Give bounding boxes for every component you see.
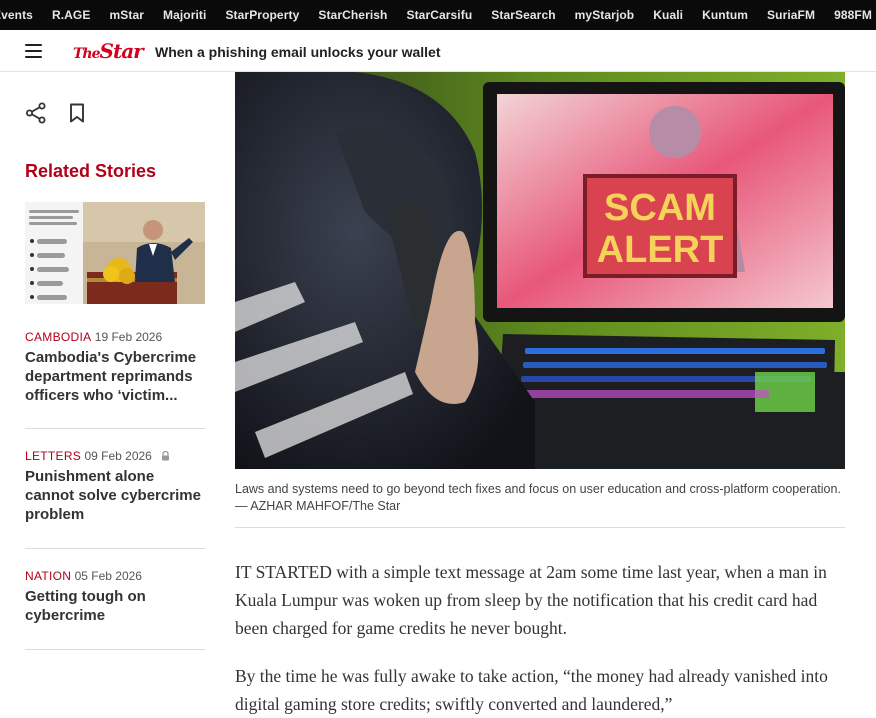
brand-nav-item[interactable]: StarCherish xyxy=(318,8,387,22)
brand-nav-item[interactable]: StarSearch xyxy=(491,8,555,22)
brand-nav-item[interactable]: Events xyxy=(0,8,33,22)
story-category[interactable]: LETTERS xyxy=(25,449,81,463)
story-date: 19 Feb 2026 xyxy=(94,330,163,344)
story-category[interactable]: CAMBODIA xyxy=(25,330,91,344)
brand-nav-item[interactable]: Kuntum xyxy=(702,8,748,22)
brand-nav-item[interactable]: Majoriti xyxy=(163,8,206,22)
article-headline: When a phishing email unlocks your walle… xyxy=(155,44,441,60)
alert-text: ALERT xyxy=(597,229,724,271)
brand-nav-item[interactable]: Kuali xyxy=(653,8,683,22)
speaker-illustration xyxy=(83,202,205,304)
article-paragraph: IT STARTED with a simple text message at… xyxy=(235,562,827,638)
audio-messages-screenshot xyxy=(25,202,85,304)
brand-nav-item[interactable]: 988FM xyxy=(834,8,872,22)
story-divider xyxy=(25,649,205,650)
lock-icon xyxy=(162,451,170,461)
brand-nav-item[interactable]: StarProperty xyxy=(225,8,299,22)
related-story-thumbnail[interactable] xyxy=(25,202,205,304)
story-title[interactable]: Getting tough on cybercrime xyxy=(25,587,205,625)
brand-nav-item[interactable]: SuriaFM xyxy=(767,8,815,22)
image-caption: Laws and systems need to go beyond tech … xyxy=(235,482,841,513)
story-divider xyxy=(25,428,205,429)
story-title[interactable]: Punishment alone cannot solve cybercrime… xyxy=(25,467,205,524)
related-story-card[interactable]: LETTERS 09 Feb 2026 Punishment alone can… xyxy=(25,449,205,524)
brand-nav-item[interactable]: R.AGE xyxy=(52,8,91,22)
menu-icon[interactable] xyxy=(25,44,42,58)
story-date: 05 Feb 2026 xyxy=(74,569,142,583)
the-star-logo[interactable]: TheStar xyxy=(73,39,144,63)
hero-image: SCAM ALERT xyxy=(235,72,845,469)
caption-divider xyxy=(235,527,845,528)
related-stories-heading: Related Stories xyxy=(25,161,157,181)
story-divider xyxy=(25,548,205,549)
speaker-photo xyxy=(83,202,205,304)
story-title[interactable]: Cambodia's Cybercrime department reprima… xyxy=(25,348,205,405)
hooded-scammer-illustration: SCAM ALERT xyxy=(235,72,845,469)
related-story-card[interactable]: CAMBODIA 19 Feb 2026 Cambodia's Cybercri… xyxy=(25,330,205,405)
brand-nav-item[interactable]: StarCarsifu xyxy=(406,8,472,22)
brand-nav-item[interactable]: myStarjob xyxy=(575,8,635,22)
story-category[interactable]: NATION xyxy=(25,569,71,583)
bookmark-icon[interactable] xyxy=(68,103,86,123)
site-header: TheStar When a phishing email unlocks yo… xyxy=(0,30,876,72)
brand-nav-bar: Events R.AGE mStar Majoriti StarProperty… xyxy=(0,0,876,30)
share-icon[interactable] xyxy=(25,102,47,124)
article-paragraph: By the time he was fully awake to take a… xyxy=(235,666,828,714)
brand-nav-item[interactable]: mStar xyxy=(109,8,144,22)
story-date: 09 Feb 2026 xyxy=(84,449,152,463)
related-story-card[interactable]: NATION 05 Feb 2026 Getting tough on cybe… xyxy=(25,569,205,625)
scam-text: SCAM xyxy=(604,187,716,229)
